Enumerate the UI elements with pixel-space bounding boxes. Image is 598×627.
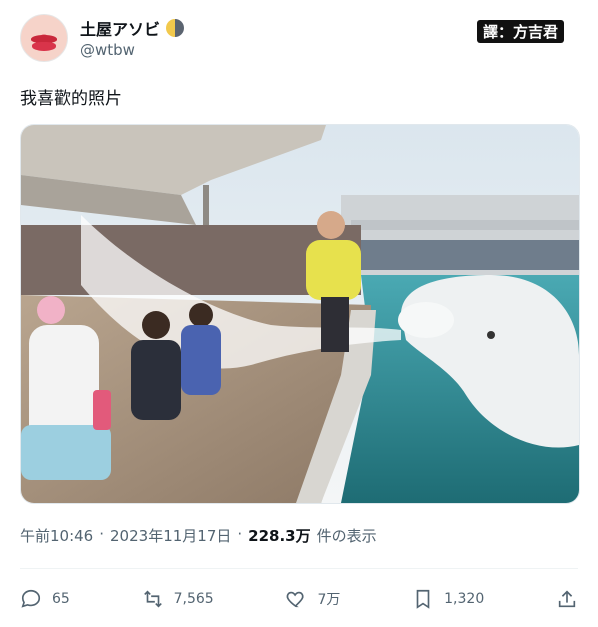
reply-icon (21, 589, 41, 608)
author-handle[interactable]: @wtbw (80, 41, 135, 59)
share-button[interactable] (556, 588, 578, 610)
like-count: 7万 (317, 592, 341, 608)
bookmark-icon (416, 589, 430, 609)
divider (20, 568, 578, 569)
reply-button[interactable]: 65 (20, 588, 70, 610)
repost-icon (143, 590, 162, 608)
share-icon (558, 590, 576, 608)
repost-count: 7,565 (173, 591, 214, 607)
repost-button[interactable]: 7,565 (142, 588, 214, 610)
tweet-date[interactable]: 2023年11月17日 (110, 525, 231, 546)
tweet-text: 我喜歡的照片 (20, 89, 122, 109)
like-button[interactable]: 7万 (285, 588, 340, 610)
action-bar: 65 7,565 7万 1,320 (20, 582, 578, 616)
tweet-photo[interactable] (20, 124, 580, 504)
beluga-photo-illustration (21, 125, 579, 503)
bookmark-count: 1,320 (444, 591, 485, 607)
author-name[interactable]: 土屋アソビ (80, 16, 185, 40)
translator-watermark: 譯：方吉君 (476, 20, 564, 43)
bookmark-button[interactable]: 1,320 (412, 588, 484, 610)
heart-icon (287, 591, 305, 608)
view-count-label: 件の表示 (316, 527, 377, 545)
avatar[interactable] (20, 14, 68, 62)
view-count: 228.3万 (248, 527, 311, 545)
reply-count: 65 (52, 591, 70, 607)
half-moon-icon (166, 19, 185, 37)
tweet-time[interactable]: 午前10:46 (20, 525, 93, 546)
author-name-text: 土屋アソビ (80, 20, 161, 39)
tweet-metadata: 午前10:46 · 2023年11月17日 · 228.3万 件の表示 (20, 525, 377, 546)
